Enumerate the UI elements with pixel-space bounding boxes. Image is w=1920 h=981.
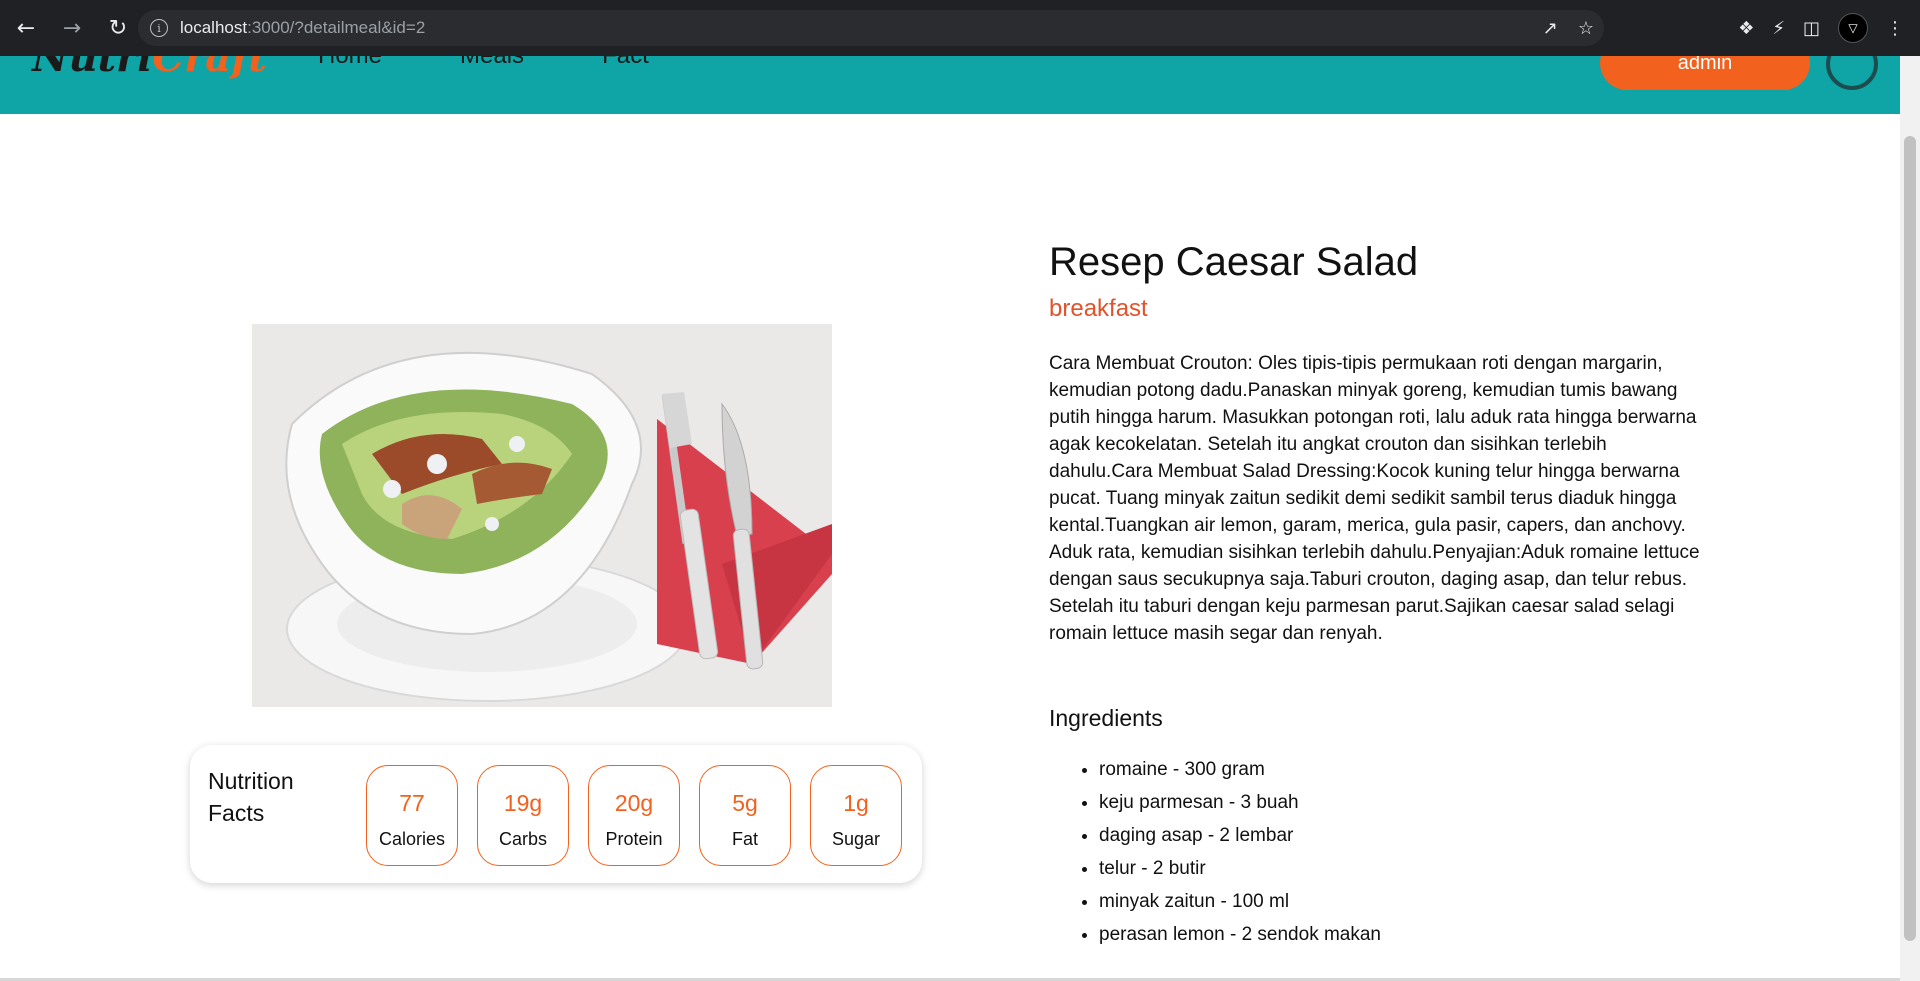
- meal-photo: [252, 324, 832, 707]
- ingredients-heading: Ingredients: [1049, 705, 1163, 731]
- ingredients-list: romaine - 300 gram keju parmesan - 3 bua…: [1049, 755, 1381, 953]
- nutrition-value: 19g: [503, 790, 543, 816]
- ingredient-item: romaine - 300 gram: [1099, 755, 1381, 788]
- browser-toolbar: ← → ↻ i localhost:3000/?detailmeal&id=2 …: [0, 0, 1920, 56]
- page-scrollbar[interactable]: [1900, 56, 1920, 981]
- nutrition-label: Carbs: [498, 829, 547, 849]
- side-panel-icon[interactable]: ◫: [1803, 18, 1820, 39]
- back-arrow-icon[interactable]: ←: [6, 8, 46, 48]
- profile-avatar-icon[interactable]: ▽: [1838, 13, 1868, 43]
- recipe-title: Resep Caesar Salad: [1049, 240, 1419, 284]
- ingredient-item: keju parmesan - 3 buah: [1099, 788, 1381, 821]
- url-text: localhost:3000/?detailmeal&id=2: [180, 18, 425, 38]
- extension-bar: ❖ ⚡ ◫ ▽ ⋮: [1738, 10, 1904, 46]
- nutrition-sugar: 1g Sugar: [810, 765, 902, 866]
- scrollbar-thumb[interactable]: [1904, 136, 1916, 941]
- recipe-description: Cara Membuat Crouton: Oles tipis-tipis p…: [1049, 353, 1700, 644]
- ingredient-item: telur - 2 butir: [1099, 854, 1381, 887]
- url-path: :3000/?detailmeal&id=2: [247, 18, 426, 37]
- nutrition-label: Sugar: [831, 829, 881, 849]
- forward-arrow-icon[interactable]: →: [52, 8, 92, 48]
- site-header: NutriCraft Home Meals Fact admin: [0, 56, 1900, 114]
- omnibox-actions: ↗ ☆: [1543, 10, 1594, 46]
- site-info-icon[interactable]: i: [150, 19, 168, 37]
- nutrition-value: 1g: [843, 790, 869, 816]
- ingredient-item: minyak zaitun - 100 ml: [1099, 887, 1381, 920]
- nutrition-protein: 20g Protein: [588, 765, 680, 866]
- url-host: localhost: [180, 18, 248, 37]
- kebab-menu-icon[interactable]: ⋮: [1886, 18, 1904, 39]
- nutrition-carbs: 19g Carbs: [477, 765, 569, 866]
- recipe-category: breakfast: [1049, 295, 1148, 322]
- extensions-puzzle-icon[interactable]: ❖: [1738, 18, 1754, 39]
- site-logo[interactable]: NutriCraft: [32, 56, 267, 81]
- nutrition-label: Protein: [605, 829, 663, 849]
- ingredient-item: perasan lemon - 2 sendok makan: [1099, 920, 1381, 953]
- address-bar[interactable]: i localhost:3000/?detailmeal&id=2 ↗ ☆: [138, 10, 1604, 46]
- extension-bolt-icon[interactable]: ⚡: [1772, 18, 1785, 39]
- bookmark-star-icon[interactable]: ☆: [1578, 18, 1594, 39]
- nutrition-value: 20g: [614, 790, 654, 816]
- logo-text-part2: Craft: [152, 56, 267, 81]
- caesar-salad-image: [252, 324, 832, 707]
- nav-link-home[interactable]: Home: [318, 56, 382, 70]
- nutrition-value: 5g: [732, 790, 758, 816]
- nutrition-label: Calories: [378, 829, 446, 849]
- main-nav: Home Meals Fact: [318, 56, 649, 70]
- reload-icon[interactable]: ↻: [98, 8, 138, 48]
- nav-link-fact[interactable]: Fact: [602, 56, 649, 70]
- nav-link-meals[interactable]: Meals: [460, 56, 524, 70]
- nutrition-facts-title: Nutrition Facts: [208, 768, 294, 826]
- share-icon[interactable]: ↗: [1543, 18, 1558, 39]
- logo-text-part1: Nutri: [32, 56, 153, 81]
- nutrition-value: 77: [399, 790, 425, 816]
- user-account-icon[interactable]: [1826, 56, 1878, 90]
- ingredient-item: daging asap - 2 lembar: [1099, 821, 1381, 854]
- nutrition-label: Fat: [731, 829, 758, 849]
- nutrition-fat: 5g Fat: [699, 765, 791, 866]
- admin-button[interactable]: admin: [1600, 56, 1810, 90]
- nutrition-calories: 77 Calories: [366, 765, 458, 866]
- nutrition-facts-card: Nutrition Facts 77 Calories 19g Carbs 20…: [190, 745, 922, 883]
